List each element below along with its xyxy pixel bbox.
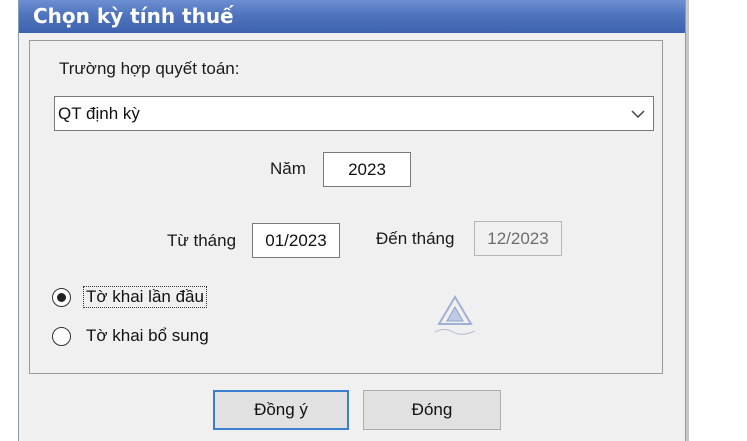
year-label: Năm (270, 159, 306, 178)
radio-initial-declaration[interactable]: Tờ khai lần đầu (52, 286, 312, 312)
radio-label: Tờ khai bổ sung (86, 326, 209, 345)
from-month-input[interactable]: 01/2023 (252, 223, 340, 258)
to-month-input: 12/2023 (474, 221, 562, 256)
dialog-shadow (686, 0, 689, 441)
radio-label: Tờ khai lần đầu (83, 286, 207, 308)
radio-button[interactable] (52, 327, 71, 346)
ok-button[interactable]: Đồng ý (213, 390, 349, 430)
chevron-down-icon[interactable] (629, 103, 647, 123)
settlement-type-dropdown[interactable]: QT định kỳ (54, 96, 654, 131)
title-bar[interactable]: Chọn kỳ tính thuế (19, 0, 685, 33)
radio-selected-dot (56, 292, 66, 302)
to-month-label: Đến tháng (376, 229, 455, 248)
settlement-label: Trường hợp quyết toán: (59, 59, 240, 78)
settlement-type-value: QT định kỳ (58, 104, 140, 123)
radio-supplementary-declaration[interactable]: Tờ khai bổ sung (52, 325, 312, 351)
close-button[interactable]: Đóng (363, 390, 501, 430)
period-groupbox (29, 40, 663, 374)
tax-period-dialog: Chọn kỳ tính thuế Trường hợp quyết toán:… (18, 0, 686, 441)
year-input[interactable]: 2023 (323, 152, 411, 187)
from-month-label: Từ tháng (167, 231, 237, 250)
watermark-logo (431, 294, 479, 340)
dialog-title: Chọn kỳ tính thuế (33, 4, 234, 28)
radio-button[interactable] (52, 288, 71, 307)
background-area (686, 0, 747, 441)
